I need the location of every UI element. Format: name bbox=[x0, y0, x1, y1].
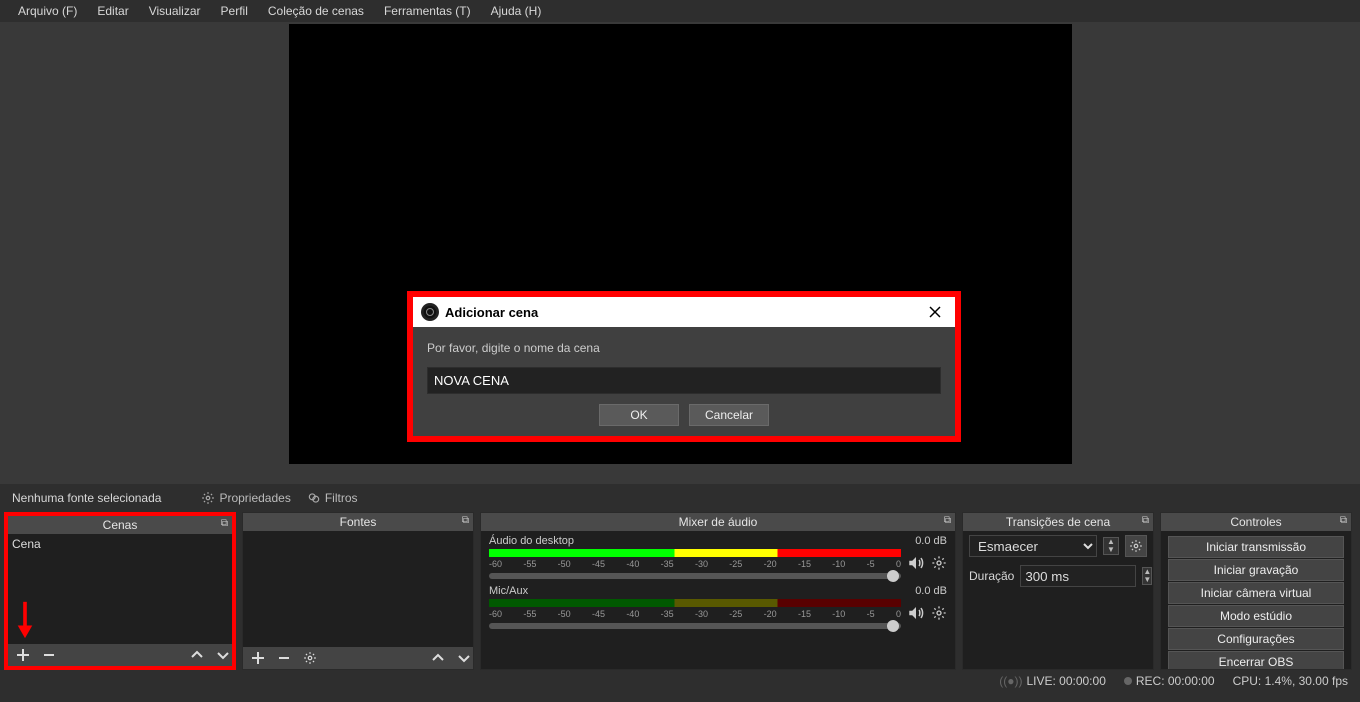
add-scene-dialog: Adicionar cena Por favor, digite o nome … bbox=[407, 291, 961, 442]
popout-icon[interactable]: ⧉ bbox=[944, 515, 951, 526]
popout-icon[interactable]: ⧉ bbox=[1142, 515, 1149, 526]
no-source-label: Nenhuma fonte selecionada bbox=[8, 489, 165, 507]
mixer-track-name: Mic/Aux bbox=[489, 585, 528, 597]
audio-meter bbox=[489, 599, 901, 607]
cpu-status: CPU: 1.4%, 30.00 fps bbox=[1233, 674, 1348, 688]
live-status: ((●))LIVE: 00:00:00 bbox=[999, 674, 1106, 688]
menu-colecao[interactable]: Coleção de cenas bbox=[258, 2, 374, 20]
menu-arquivo[interactable]: Arquivo (F) bbox=[8, 2, 87, 20]
scenes-list[interactable]: Cena bbox=[8, 534, 232, 644]
transition-spin[interactable]: ▲▼ bbox=[1103, 537, 1119, 555]
controls-body: Iniciar transmissão Iniciar gravação Ini… bbox=[1161, 531, 1351, 669]
mixer-dock-title: Mixer de áudio ⧉ bbox=[481, 513, 955, 531]
controls-title-label: Controles bbox=[1230, 515, 1281, 529]
transitions-body: Esmaecer ▲▼ Duração ▲▼ bbox=[963, 531, 1153, 669]
menubar: Arquivo (F) Editar Visualizar Perfil Col… bbox=[0, 0, 1360, 22]
broadcast-icon: ((●)) bbox=[999, 674, 1022, 688]
docks-row: Cenas ⧉ Cena Fontes ⧉ bbox=[0, 512, 1360, 670]
track-gear-icon[interactable] bbox=[931, 555, 947, 571]
start-recording-button[interactable]: Iniciar gravação bbox=[1168, 559, 1344, 581]
status-bar: ((●))LIVE: 00:00:00 REC: 00:00:00 CPU: 1… bbox=[0, 670, 1360, 692]
sources-list[interactable] bbox=[243, 531, 473, 647]
volume-slider[interactable] bbox=[489, 573, 901, 579]
sources-title-label: Fontes bbox=[340, 515, 377, 529]
scenes-dock: Cenas ⧉ Cena bbox=[4, 512, 236, 670]
sources-dock: Fontes ⧉ bbox=[242, 512, 474, 670]
annotation-arrow-icon bbox=[14, 600, 36, 640]
duration-spin[interactable]: ▲▼ bbox=[1142, 567, 1152, 585]
properties-button[interactable]: Propriedades bbox=[201, 491, 290, 505]
mixer-track-db: 0.0 dB bbox=[915, 535, 947, 547]
scene-name-input[interactable] bbox=[427, 367, 941, 394]
status-row: Nenhuma fonte selecionada Propriedades F… bbox=[0, 484, 1360, 512]
transitions-dock-title: Transições de cena ⧉ bbox=[963, 513, 1153, 531]
mixer-track-name: Áudio do desktop bbox=[489, 535, 574, 547]
mixer-dock: Mixer de áudio ⧉ Áudio do desktop 0.0 dB… bbox=[480, 512, 956, 670]
duration-input[interactable] bbox=[1020, 565, 1136, 587]
controls-dock: Controles ⧉ Iniciar transmissão Iniciar … bbox=[1160, 512, 1352, 670]
scenes-title-label: Cenas bbox=[103, 518, 138, 532]
move-down-icon[interactable] bbox=[455, 649, 473, 667]
mixer-body: Áudio do desktop 0.0 dB -60-55-50-45-40-… bbox=[481, 531, 955, 669]
volume-slider[interactable] bbox=[489, 623, 901, 629]
start-streaming-button[interactable]: Iniciar transmissão bbox=[1168, 536, 1344, 558]
filter-icon bbox=[307, 491, 321, 505]
dialog-title-text: Adicionar cena bbox=[445, 305, 538, 320]
sources-toolbar bbox=[243, 647, 473, 669]
duration-label: Duração bbox=[969, 569, 1014, 583]
controls-dock-title: Controles ⧉ bbox=[1161, 513, 1351, 531]
menu-ajuda[interactable]: Ajuda (H) bbox=[481, 2, 552, 20]
source-properties-button[interactable] bbox=[301, 649, 319, 667]
start-virtualcam-button[interactable]: Iniciar câmera virtual bbox=[1168, 582, 1344, 604]
dialog-titlebar: Adicionar cena bbox=[413, 297, 955, 327]
track-gear-icon[interactable] bbox=[931, 605, 947, 621]
popout-icon[interactable]: ⧉ bbox=[221, 518, 228, 529]
filters-button[interactable]: Filtros bbox=[307, 491, 358, 505]
transition-gear-icon[interactable] bbox=[1125, 535, 1147, 557]
transition-select[interactable]: Esmaecer bbox=[969, 535, 1097, 557]
mute-icon[interactable] bbox=[907, 604, 925, 622]
menu-visualizar[interactable]: Visualizar bbox=[139, 2, 211, 20]
gear-icon bbox=[201, 491, 215, 505]
ok-button[interactable]: OK bbox=[599, 404, 679, 426]
mixer-title-label: Mixer de áudio bbox=[679, 515, 758, 529]
meter-scale: -60-55-50-45-40-35-30-25-20-15-10-50 bbox=[489, 609, 901, 619]
remove-source-button[interactable] bbox=[275, 649, 293, 667]
remove-scene-button[interactable] bbox=[40, 646, 58, 664]
add-source-button[interactable] bbox=[249, 649, 267, 667]
exit-button[interactable]: Encerrar OBS bbox=[1168, 651, 1344, 669]
rec-status: REC: 00:00:00 bbox=[1124, 674, 1215, 688]
close-icon[interactable] bbox=[915, 297, 955, 327]
add-scene-button[interactable] bbox=[14, 646, 32, 664]
obs-logo-icon bbox=[421, 303, 439, 321]
transitions-dock: Transições de cena ⧉ Esmaecer ▲▼ Duração… bbox=[962, 512, 1154, 670]
menu-editar[interactable]: Editar bbox=[87, 2, 138, 20]
move-down-icon[interactable] bbox=[214, 646, 232, 664]
scenes-toolbar bbox=[8, 644, 232, 666]
dialog-prompt: Por favor, digite o nome da cena bbox=[427, 341, 941, 355]
sources-dock-title: Fontes ⧉ bbox=[243, 513, 473, 531]
properties-label: Propriedades bbox=[219, 491, 290, 505]
audio-meter bbox=[489, 549, 901, 557]
menu-ferramentas[interactable]: Ferramentas (T) bbox=[374, 2, 481, 20]
move-up-icon[interactable] bbox=[188, 646, 206, 664]
menu-perfil[interactable]: Perfil bbox=[211, 2, 258, 20]
mixer-track-db: 0.0 dB bbox=[915, 585, 947, 597]
meter-scale: -60-55-50-45-40-35-30-25-20-15-10-50 bbox=[489, 559, 901, 569]
dialog-body: Por favor, digite o nome da cena OK Canc… bbox=[413, 327, 955, 436]
popout-icon[interactable]: ⧉ bbox=[1340, 515, 1347, 526]
popout-icon[interactable]: ⧉ bbox=[462, 515, 469, 526]
scene-item[interactable]: Cena bbox=[8, 534, 232, 554]
cancel-button[interactable]: Cancelar bbox=[689, 404, 769, 426]
settings-button[interactable]: Configurações bbox=[1168, 628, 1344, 650]
mute-icon[interactable] bbox=[907, 554, 925, 572]
record-dot-icon bbox=[1124, 677, 1132, 685]
filters-label: Filtros bbox=[325, 491, 358, 505]
studio-mode-button[interactable]: Modo estúdio bbox=[1168, 605, 1344, 627]
preview-area: Adicionar cena Por favor, digite o nome … bbox=[0, 22, 1360, 484]
scenes-dock-title: Cenas ⧉ bbox=[8, 516, 232, 534]
transitions-title-label: Transições de cena bbox=[1006, 515, 1110, 529]
move-up-icon[interactable] bbox=[429, 649, 447, 667]
